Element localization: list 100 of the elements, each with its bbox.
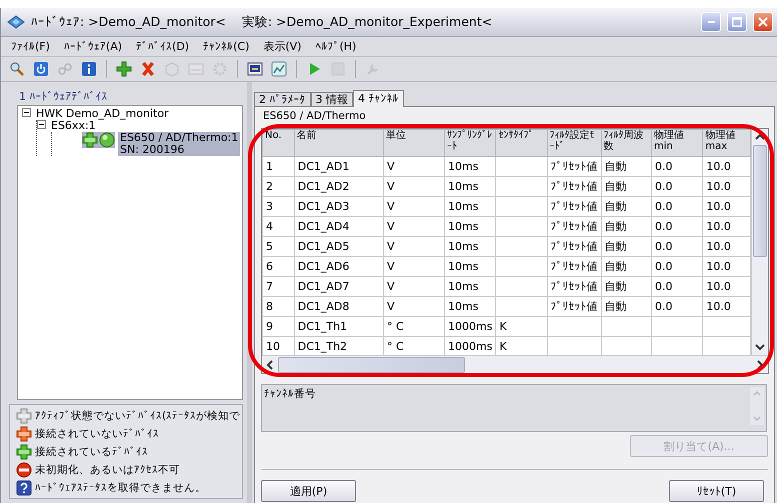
- maximize-icon: [732, 17, 742, 27]
- table-cell: 10ms: [444, 296, 496, 316]
- monitor-icon[interactable]: [247, 61, 263, 77]
- table-cell: 10ms: [444, 156, 496, 176]
- apply-button[interactable]: 適用(P): [261, 480, 356, 502]
- column-header[interactable]: ｾﾝｻﾀｲﾌﾟ: [496, 130, 548, 156]
- column-header[interactable]: No.: [262, 130, 294, 156]
- table-cell: DC1_AD4: [294, 216, 384, 236]
- vertical-scrollbar[interactable]: [751, 129, 768, 355]
- close-button[interactable]: [753, 12, 773, 32]
- table-cell: V: [383, 296, 445, 316]
- legend-label: 接続されているﾃﾞﾊﾞｲｽ: [35, 445, 148, 459]
- legend-label: 接続されていないﾃﾞﾊﾞｲｽ: [35, 427, 159, 441]
- menu-item[interactable]: ﾊｰﾄﾞｳｪｱ(A): [58, 39, 128, 54]
- table-cell: 7: [262, 276, 294, 296]
- table-cell: V: [383, 216, 445, 236]
- app-icon: [7, 15, 25, 29]
- table-cell: DC1_AD7: [294, 276, 384, 296]
- connected-device-icon: [16, 444, 32, 460]
- table-cell: V: [383, 176, 445, 196]
- collapse-icon[interactable]: [22, 108, 31, 117]
- table-cell: 6: [262, 256, 294, 276]
- chart-icon[interactable]: [271, 61, 287, 77]
- table-cell: V: [383, 236, 445, 256]
- table-cell: 9: [262, 316, 294, 336]
- add-icon[interactable]: [116, 61, 132, 77]
- column-header[interactable]: ｻﾝﾌﾟﾘﾝｸﾞﾚｰﾄ: [444, 130, 496, 156]
- reset-button[interactable]: ﾘｾｯﾄ(T): [669, 480, 764, 502]
- table-cell: 10ms: [444, 256, 496, 276]
- table-cell: ﾌﾟﾘｾｯﾄ値: [547, 196, 602, 216]
- table-cell: ﾌﾟﾘｾｯﾄ値: [547, 176, 602, 196]
- minimize-button[interactable]: [701, 12, 721, 32]
- info-icon[interactable]: [81, 61, 97, 77]
- column-header[interactable]: 物理値 min: [652, 130, 703, 156]
- column-header[interactable]: 名前: [294, 130, 384, 156]
- column-header[interactable]: 単位: [383, 130, 445, 156]
- table-cell: DC1_AD3: [294, 196, 384, 216]
- table-cell: 自動: [601, 296, 652, 316]
- table-cell: 10ms: [444, 176, 496, 196]
- window-title: ﾊｰﾄﾞｳｪｱ: >Demo_AD_monitor<: [31, 14, 226, 30]
- table-cell: 1000ms: [444, 316, 496, 336]
- panel-title: 1 ﾊｰﾄﾞｳｪｱﾃﾞﾊﾞｲｽ: [18, 90, 108, 105]
- column-header[interactable]: ﾌｨﾙﾀ設定ﾓｰﾄﾞ: [547, 130, 602, 156]
- power-icon[interactable]: [33, 61, 49, 77]
- table-cell: ﾌﾟﾘｾｯﾄ値: [547, 276, 602, 296]
- table-cell: 0.0: [652, 176, 703, 196]
- description-text: ﾁｬﾝﾈﾙ番号: [264, 387, 316, 402]
- horizontal-scrollbar[interactable]: [262, 355, 768, 373]
- table-cell: 0.0: [652, 156, 703, 176]
- tree-item[interactable]: HWK Demo_AD_monitor: [34, 108, 171, 120]
- legend-label: ﾊｰﾄﾞｳｪｱｽﾃｰﾀｽを取得できません。: [35, 481, 206, 495]
- table-cell: 3: [262, 196, 294, 216]
- status-light-icon: [99, 132, 115, 148]
- group-label: ES650 / AD/Thermo: [262, 110, 367, 122]
- tab[interactable]: 2 ﾊﾟﾗﾒｰﾀ: [254, 92, 310, 106]
- table-cell: 0.0: [652, 276, 703, 296]
- search-icon[interactable]: [9, 61, 25, 77]
- table-cell: 自動: [601, 196, 652, 216]
- table-cell: 1: [262, 156, 294, 176]
- maximize-button[interactable]: [727, 12, 747, 32]
- help-icon: [16, 480, 32, 496]
- menu-item[interactable]: ﾌｧｲﾙ(F): [5, 39, 56, 54]
- collapse-icon[interactable]: [37, 120, 46, 129]
- table-cell: ﾌﾟﾘｾｯﾄ値: [547, 256, 602, 276]
- table-cell: V: [383, 276, 445, 296]
- table-cell: V: [383, 196, 445, 216]
- legend-label: ｱｸﾃｨﾌﾞ状態でないﾃﾞﾊﾞｲｽ(ｽﾃｰﾀｽが検知で: [35, 409, 240, 423]
- column-header[interactable]: 物理値 max: [702, 130, 750, 156]
- disconnected-device-icon: [16, 426, 32, 442]
- menu-item[interactable]: ﾍﾙﾌﾟ(H): [309, 39, 362, 54]
- inactive-device-icon: [16, 408, 32, 424]
- table-cell: K: [496, 316, 548, 336]
- table-cell: 自動: [601, 276, 652, 296]
- delete-icon[interactable]: [140, 61, 156, 77]
- tab[interactable]: 3 情報: [310, 92, 353, 106]
- menu-item[interactable]: ﾃﾞﾊﾞｲｽ(D): [130, 39, 196, 54]
- description-scrollbar-icon: [750, 387, 764, 425]
- table-cell: 10ms: [444, 276, 496, 296]
- table-cell: 自動: [601, 236, 652, 256]
- table-cell: ﾌﾟﾘｾｯﾄ値: [547, 216, 602, 236]
- table-cell: 5: [262, 236, 294, 256]
- table-cell: 0.0: [652, 196, 703, 216]
- table-cell: 0.0: [652, 296, 703, 316]
- minimize-icon: [708, 21, 714, 23]
- menu-item[interactable]: 表示(V): [257, 38, 308, 55]
- table-cell: DC1_Th1: [294, 316, 384, 336]
- tree-item[interactable]: ES6xx:1: [49, 120, 98, 132]
- menu-item[interactable]: ﾁｬﾝﾈﾙ(C): [197, 39, 256, 54]
- table-cell: 2: [262, 176, 294, 196]
- table-cell: DC1_AD5: [294, 236, 384, 256]
- column-header[interactable]: ﾌｨﾙﾀ周波数: [601, 130, 652, 156]
- table-cell: DC1_AD2: [294, 176, 384, 196]
- table-cell: 10ms: [444, 196, 496, 216]
- table-cell: 0.0: [652, 236, 703, 256]
- table-cell: 8: [262, 296, 294, 316]
- tab[interactable]: 4 ﾁｬﾝﾈﾙ: [353, 90, 404, 107]
- window-title: 実験: >Demo_AD_monitor_Experiment<: [242, 14, 492, 30]
- table-cell: 自動: [601, 216, 652, 236]
- tree-item[interactable]: ES650 / AD/Thermo:1 SN: 200196: [118, 132, 240, 156]
- table-cell: DC1_AD1: [294, 156, 384, 176]
